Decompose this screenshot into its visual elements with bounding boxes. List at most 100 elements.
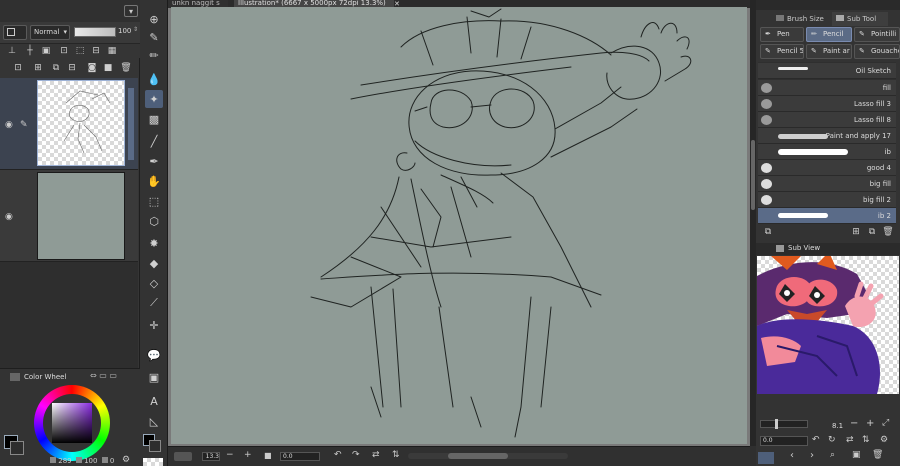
scroll-thumb[interactable] [448, 453, 508, 459]
delete-icon[interactable]: 🗑 [120, 62, 132, 74]
nav-delete-icon[interactable]: 🗑 [872, 450, 883, 460]
text-icon[interactable]: A [145, 392, 163, 410]
nav-flip-icon[interactable]: ⇄ [846, 435, 854, 445]
new-folder-icon[interactable]: ⊞ [32, 62, 44, 74]
transparent-swatch[interactable] [143, 458, 163, 466]
hand-icon[interactable]: ✋ [145, 172, 163, 190]
brush-item[interactable]: fill [758, 80, 896, 96]
lock-alpha-icon[interactable]: ▦ [106, 45, 118, 57]
new-layer-icon[interactable]: ⊡ [12, 62, 24, 74]
preset-gouache[interactable]: ✎ Gouache [854, 44, 900, 59]
nav-zoom-slider[interactable] [760, 419, 808, 429]
line-icon[interactable]: ╱ [145, 132, 163, 150]
pencil-tool-icon[interactable]: ✏ [145, 46, 163, 64]
sparkle-icon[interactable]: ✸ [145, 234, 163, 252]
tab-brush-size[interactable]: Brush Size [776, 12, 824, 26]
horizontal-scrollbar[interactable] [408, 453, 568, 459]
nav-prev-icon[interactable]: ‹ [790, 450, 794, 461]
preset-pencil[interactable]: ✏ Pencil [806, 27, 852, 42]
3d-object-icon[interactable]: ⬡ [145, 212, 163, 230]
frame-icon[interactable]: ▣ [145, 368, 163, 386]
eyedropper-icon[interactable]: ⟋ [145, 294, 163, 312]
fill-bucket-icon[interactable]: ◆ [145, 254, 163, 272]
nav-next-icon[interactable]: › [810, 450, 814, 461]
layer-row[interactable]: ◉ ✎ [0, 78, 138, 170]
flip-vertical-icon[interactable]: ⇅ [392, 450, 400, 460]
lock-icon[interactable]: ⊟ [90, 45, 102, 57]
merge-icon[interactable]: ⊟ [66, 62, 78, 74]
delete-brush-icon[interactable]: 🗑 [882, 226, 894, 238]
nav-rotate-input[interactable]: 0.0 [760, 436, 808, 446]
clip-icon[interactable]: ⊡ [58, 45, 70, 57]
pen-icon[interactable]: ✎ [145, 28, 163, 46]
brush-item[interactable]: big fill [758, 176, 896, 192]
nav-image-icon[interactable]: ▣ [852, 450, 861, 460]
nav-settings-icon[interactable]: ⚙ [880, 435, 888, 445]
drop-icon[interactable]: 💧 [145, 70, 163, 88]
brush-item[interactable]: ib 2 [758, 208, 896, 224]
preset-pen[interactable]: ✒ Pen [760, 27, 804, 42]
select-icon[interactable]: ⬚ [145, 192, 163, 210]
color-wheel[interactable] [34, 385, 110, 461]
eraser-icon[interactable]: ◇ [145, 274, 163, 292]
nav-zoom-icon[interactable]: ⌕ [830, 450, 835, 460]
zoom-in-icon[interactable]: + [244, 450, 252, 460]
preset-paint[interactable]: ✎ Paint ar [806, 44, 852, 59]
rotate-left-icon[interactable]: ↶ [334, 450, 342, 460]
sub-color-swatch[interactable] [10, 441, 24, 455]
pattern-icon[interactable]: ▩ [145, 110, 163, 128]
copy-brush-icon[interactable]: ⧉ [866, 226, 878, 238]
sub-view-image[interactable] [757, 252, 899, 394]
brush-item[interactable]: Lasso fill 8 [758, 112, 896, 128]
nav-zoom-out-icon[interactable]: − [850, 418, 858, 429]
preset-pointillism[interactable]: ✎ Pointilli [854, 27, 900, 42]
slider-knob[interactable] [775, 419, 778, 429]
brush-item[interactable]: good 4 [758, 160, 896, 176]
brush-item[interactable]: ib [758, 144, 896, 160]
reference-icon[interactable]: ⬚ [74, 45, 86, 57]
wand-icon[interactable]: ✦ [145, 90, 163, 108]
flip-icon[interactable]: ⇄ [372, 450, 380, 460]
eye-icon[interactable]: ◉ [5, 120, 13, 130]
preset-pencil-5[interactable]: ✎ Pencil 5 [760, 44, 804, 59]
rotate-input[interactable]: 0.0 [280, 452, 320, 461]
nav-eyedropper-icon[interactable] [758, 452, 774, 464]
drawing-canvas[interactable] [171, 7, 747, 444]
ruler-icon[interactable]: ┼ [24, 45, 36, 57]
brush-item[interactable]: Oil Sketch [758, 63, 896, 79]
opacity-slider[interactable] [74, 27, 116, 37]
move-icon[interactable]: ⊕ [145, 10, 163, 28]
mask-icon[interactable]: ◙ [86, 62, 98, 74]
brush-item[interactable]: Paint and apply 17 [758, 128, 896, 144]
fit-icon[interactable]: ■ [264, 451, 272, 460]
blend-mode-select[interactable]: Normal ▾ [30, 25, 70, 40]
layer-scroll[interactable] [128, 88, 134, 160]
brush-settings-icon[interactable]: ⧉ [762, 226, 774, 238]
stepper-icon[interactable]: ⇕ [133, 26, 138, 33]
eye-icon[interactable]: ◉ [5, 212, 13, 222]
fill-icon[interactable]: ■ [102, 62, 114, 74]
triangle-ruler-icon[interactable]: ◺ [145, 412, 163, 430]
blend-icon-select[interactable] [3, 25, 27, 40]
nav-rotate-left-icon[interactable]: ↶ [812, 435, 820, 445]
saturation-value-square[interactable] [52, 403, 92, 443]
scroll-thumb[interactable] [751, 140, 755, 210]
brush-item[interactable]: big fill 2 [758, 192, 896, 208]
tab-sub-tool[interactable]: Sub Tool [832, 12, 888, 26]
crosshair-icon[interactable]: ✛ [145, 316, 163, 334]
layer-row[interactable]: ◉ [0, 170, 138, 262]
zoom-out-icon[interactable]: − [226, 450, 234, 460]
rotate-right-icon[interactable]: ↷ [352, 450, 360, 460]
nav-zoom-in-icon[interactable]: + [866, 418, 874, 429]
settings-icon[interactable]: ⚙ [122, 455, 130, 465]
chevron-down-icon[interactable]: ▾ [124, 5, 138, 17]
brush-item[interactable]: Lasso fill 3 [758, 96, 896, 112]
pin-icon[interactable]: ⊥ [6, 45, 18, 57]
panel-menu-icon[interactable]: ⇔ ▭ ▭ [90, 371, 117, 380]
nav-flip-vertical-icon[interactable]: ⇅ [862, 435, 870, 445]
layer-mask-icon[interactable]: ▣ [40, 45, 52, 57]
navigator-toggle[interactable] [174, 452, 192, 461]
nav-rotate-right-icon[interactable]: ↻ [828, 435, 836, 445]
nav-fit-icon[interactable]: ⤢ [882, 418, 889, 428]
copy-icon[interactable]: ⧉ [50, 62, 62, 74]
